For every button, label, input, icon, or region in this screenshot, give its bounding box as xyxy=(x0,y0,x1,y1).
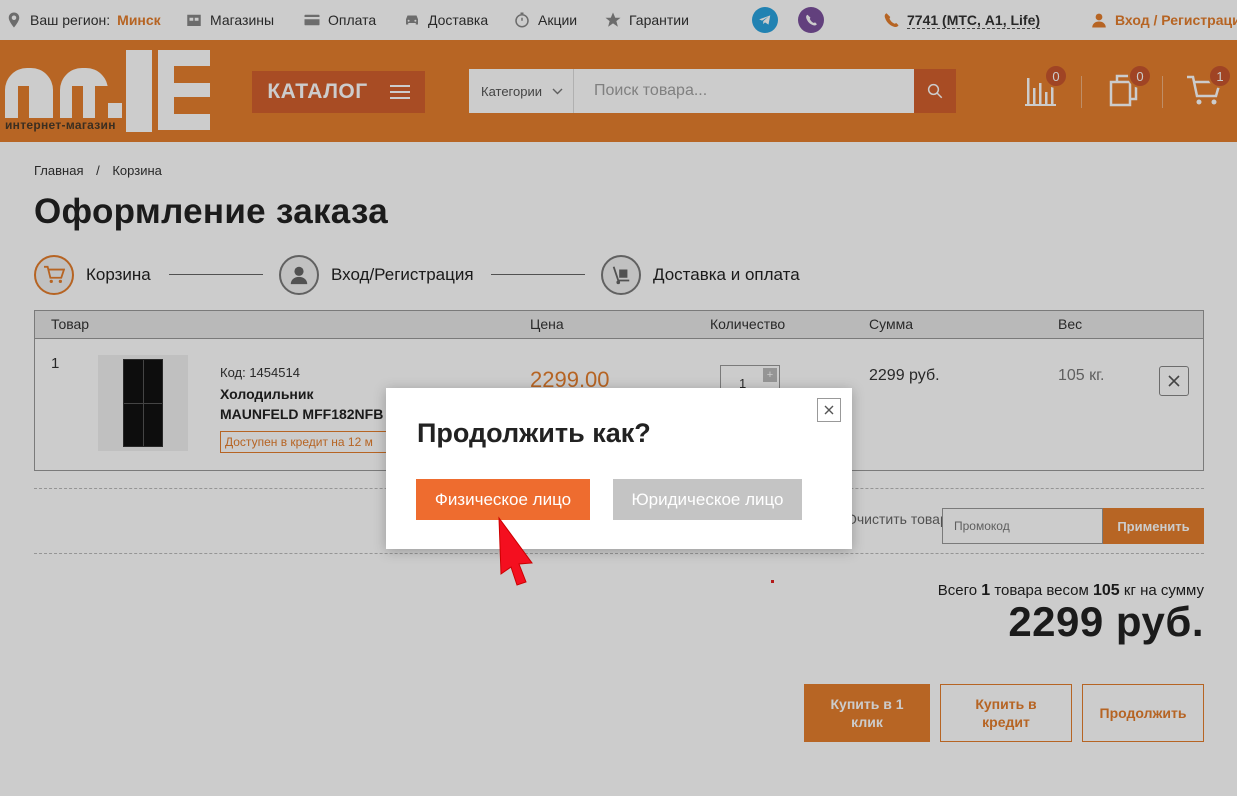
pointer-arrow-icon xyxy=(498,516,533,586)
legal-entity-button[interactable]: Юридическое лицо xyxy=(613,479,802,520)
individual-button[interactable]: Физическое лицо xyxy=(416,479,590,520)
modal-title: Продолжить как? xyxy=(417,418,651,448)
customer-type-modal: Продолжить как? Физическое лицо Юридичес… xyxy=(386,388,852,549)
modal-close-button[interactable] xyxy=(817,398,841,422)
close-icon xyxy=(824,405,834,415)
